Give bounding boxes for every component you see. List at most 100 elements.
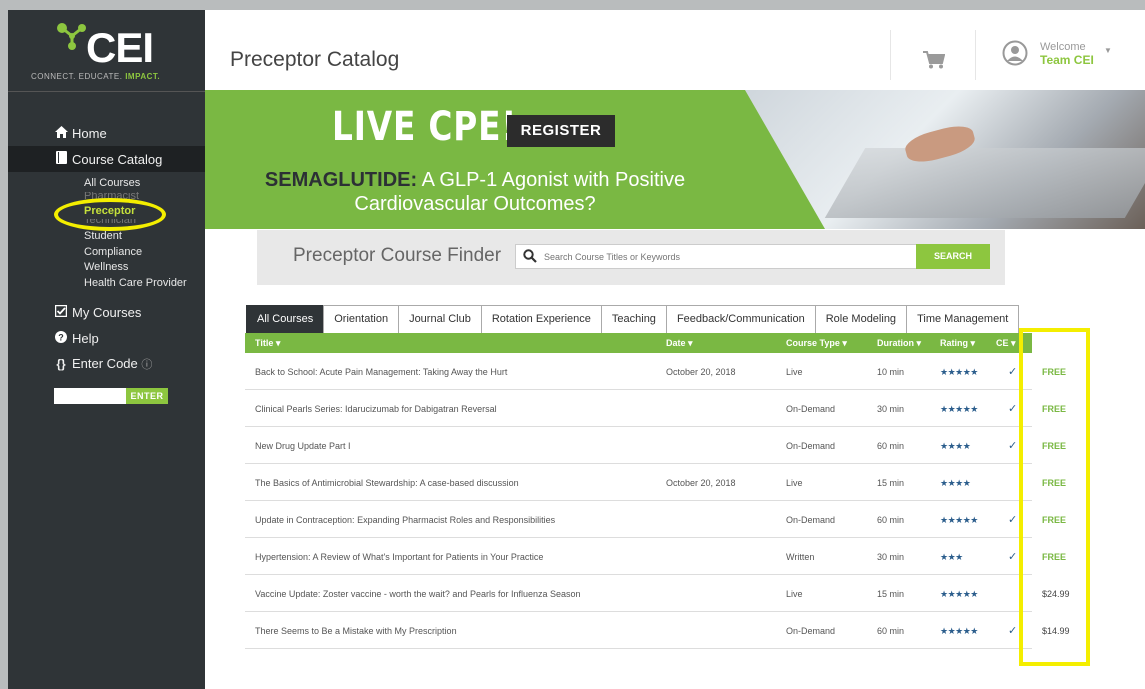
cell-rating: ★★★★★ — [940, 404, 978, 414]
svg-text:?: ? — [58, 332, 64, 342]
cell-cost: FREE — [1042, 515, 1067, 525]
cell-ce: ✓ — [1008, 403, 1018, 415]
subnav-preceptor[interactable]: Preceptor — [84, 204, 205, 220]
table-row[interactable]: Hypertension: A Review of What's Importa… — [245, 538, 1066, 575]
info-icon[interactable]: ⓘ — [141, 359, 152, 371]
column-title[interactable]: Title ▾ — [255, 338, 280, 349]
column-date[interactable]: Date ▾ — [666, 338, 693, 349]
cell-ce: ✓ — [1008, 514, 1018, 526]
subnav-wellness[interactable]: Wellness — [84, 260, 205, 276]
tab-orientation[interactable]: Orientation — [323, 305, 400, 333]
sidebar-item-label: My Courses — [72, 304, 142, 320]
tab-rotation-experience[interactable]: Rotation Experience — [480, 305, 602, 333]
promo-banner[interactable]: LIVE CPE! REGISTER SEMAGLUTIDE: A GLP-1 … — [205, 90, 1145, 229]
sidebar-item-label: Enter Code ⓘ — [72, 356, 153, 371]
column-ce[interactable]: CE ▾ — [996, 338, 1016, 349]
subnav-student[interactable]: Student — [84, 229, 205, 245]
cell-title[interactable]: Vaccine Update: Zoster vaccine - worth t… — [255, 589, 581, 599]
cell-duration: 60 min — [877, 515, 905, 525]
subnav-compliance[interactable]: Compliance — [84, 245, 205, 261]
sidebar-item-help[interactable]: ? Help — [8, 325, 205, 351]
register-button[interactable]: REGISTER — [507, 115, 615, 147]
user-menu[interactable]: Welcome Team CEI — [1040, 41, 1094, 67]
subnav-health-care-provider[interactable]: Health Care Provider — [84, 276, 205, 292]
chevron-down-icon[interactable]: ▼ — [1104, 46, 1112, 55]
tab-journal-club[interactable]: Journal Club — [398, 305, 482, 333]
logo[interactable]: CEI CONNECT. EDUCATE. IMPACT. — [28, 16, 178, 86]
cell-ce: ✓ — [1008, 551, 1018, 563]
table-row[interactable]: There Seems to Be a Mistake with My Pres… — [245, 612, 1070, 649]
search-input[interactable] — [544, 245, 904, 268]
table-row[interactable]: New Drug Update Part I On-Demand 60 min ★★★… — [245, 427, 1066, 464]
subnav-technician[interactable]: Technician — [84, 219, 205, 229]
sidebar-item-home[interactable]: Home — [8, 120, 205, 146]
user-name: Team CEI — [1040, 53, 1094, 67]
table-row[interactable]: Back to School: Acute Pain Management: T… — [245, 353, 1066, 390]
course-table: Title ▾ Date ▾ Course Type ▾ Duration ▾ … — [245, 333, 1070, 649]
user-avatar-icon[interactable] — [1002, 40, 1028, 71]
cell-duration: 30 min — [877, 404, 905, 414]
column-duration[interactable]: Duration ▾ — [877, 338, 921, 349]
column-rating[interactable]: Rating ▾ — [940, 338, 975, 349]
search-button[interactable]: SEARCH — [916, 244, 990, 269]
cell-rating: ★★★★★ — [940, 515, 978, 525]
cell-course-type: On-Demand — [786, 441, 836, 451]
cart-icon[interactable] — [923, 51, 946, 74]
cell-rating: ★★★★ — [940, 441, 971, 451]
tab-time-management[interactable]: Time Management — [906, 305, 1020, 333]
tab-role-modeling[interactable]: Role Modeling — [814, 305, 908, 333]
tab-all-courses[interactable]: All Courses — [246, 305, 325, 333]
cell-title[interactable]: Back to School: Acute Pain Management: T… — [255, 367, 507, 377]
cell-ce: ✓ — [1008, 366, 1018, 378]
code-input[interactable] — [54, 388, 126, 404]
cell-title[interactable]: Clinical Pearls Series: Idarucizumab for… — [255, 404, 497, 414]
banner-subtitle: SEMAGLUTIDE: A GLP-1 Agonist with Positi… — [264, 169, 686, 215]
subnav-pharmacist[interactable]: Pharmacist — [84, 192, 205, 204]
cell-title[interactable]: Update in Contraception: Expanding Pharm… — [255, 515, 555, 525]
column-cost[interactable]: Cost ▾ — [1034, 338, 1054, 359]
app-window: CEI CONNECT. EDUCATE. IMPACT. Home Cours… — [8, 10, 1145, 689]
cell-rating: ★★★★ — [940, 478, 971, 488]
cell-title[interactable]: The Basics of Antimicrobial Stewardship:… — [255, 478, 519, 488]
search-icon — [523, 249, 537, 263]
cell-date: October 20, 2018 — [666, 478, 736, 488]
cell-course-type: Written — [786, 552, 815, 562]
sidebar-item-my-courses[interactable]: My Courses — [8, 299, 205, 325]
enter-code-button[interactable]: ENTER — [126, 388, 168, 404]
sidebar-divider — [8, 91, 205, 92]
table-row[interactable]: The Basics of Antimicrobial Stewardship:… — [245, 464, 1066, 501]
cell-course-type: On-Demand — [786, 404, 836, 414]
cell-duration: 15 min — [877, 589, 905, 599]
tab-feedback-communication[interactable]: Feedback/Communication — [665, 305, 816, 333]
cell-title[interactable]: New Drug Update Part I — [255, 441, 351, 451]
page-title: Preceptor Catalog — [230, 48, 400, 71]
subnav-all-courses[interactable]: All Courses — [84, 176, 205, 192]
sidebar-item-label: Home — [72, 125, 107, 141]
cell-duration: 30 min — [877, 552, 905, 562]
cell-cost: FREE — [1042, 404, 1067, 414]
braces-icon: {} — [56, 357, 66, 371]
cell-cost: $24.99 — [1042, 589, 1070, 599]
header-divider — [975, 30, 976, 80]
sidebar: CEI CONNECT. EDUCATE. IMPACT. Home Cours… — [8, 10, 205, 689]
cell-title[interactable]: There Seems to Be a Mistake with My Pres… — [255, 626, 457, 636]
cell-date: October 20, 2018 — [666, 367, 736, 377]
checkbox-icon — [54, 304, 68, 320]
tab-teaching[interactable]: Teaching — [600, 305, 667, 333]
cell-course-type: Live — [786, 589, 803, 599]
cell-rating: ★★★★★ — [940, 626, 978, 636]
table-row[interactable]: Vaccine Update: Zoster vaccine - worth t… — [245, 575, 1070, 612]
table-row[interactable]: Update in Contraception: Expanding Pharm… — [245, 501, 1066, 538]
table-row[interactable]: Clinical Pearls Series: Idarucizumab for… — [245, 390, 1066, 427]
cell-ce: ✓ — [1008, 440, 1018, 452]
table-body: Back to School: Acute Pain Management: T… — [245, 353, 1070, 649]
cell-title[interactable]: Hypertension: A Review of What's Importa… — [255, 552, 543, 562]
sidebar-item-enter-code: {} Enter Code ⓘ — [8, 351, 205, 377]
column-course-type[interactable]: Course Type ▾ — [786, 338, 847, 349]
cell-course-type: On-Demand — [786, 626, 836, 636]
cell-rating: ★★★ — [940, 552, 963, 562]
cell-rating: ★★★★★ — [940, 589, 978, 599]
cell-cost: $14.99 — [1042, 626, 1070, 636]
sidebar-item-course-catalog[interactable]: Course Catalog — [8, 146, 205, 172]
cell-cost: FREE — [1042, 441, 1067, 451]
